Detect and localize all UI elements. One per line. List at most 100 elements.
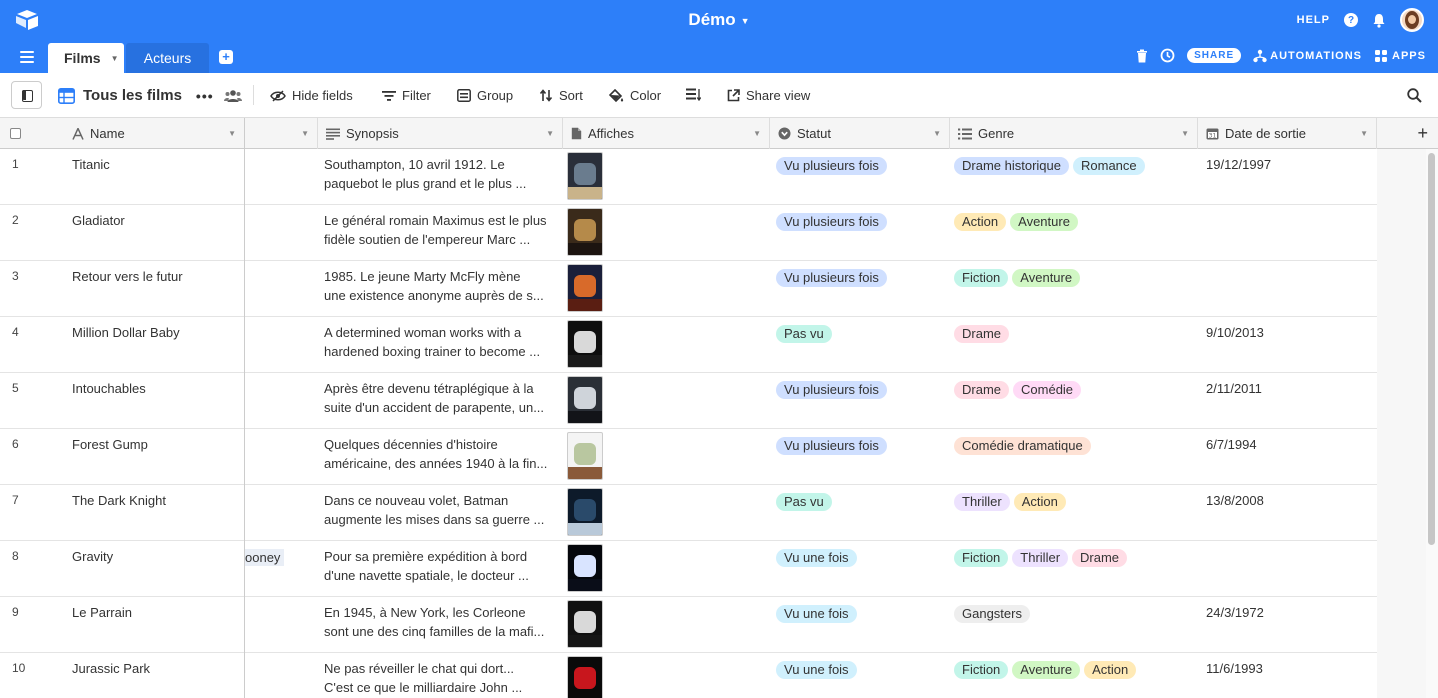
cell-genre[interactable]: Fiction Aventure (950, 261, 1197, 317)
cell-statut[interactable]: Pas vu (770, 485, 949, 541)
cell-acteurs[interactable] (245, 317, 317, 373)
cell-acteurs[interactable] (245, 485, 317, 541)
table-row[interactable]: 10 Jurassic Park Ne pas réveiller le chat … (0, 653, 1426, 698)
cell-synopsis[interactable]: 1985. Le jeune Marty McFly mène une exist… (318, 261, 562, 317)
cell-affiches[interactable] (563, 205, 769, 261)
cell-date[interactable] (1198, 541, 1376, 597)
cell-date[interactable]: 6/7/1994 (1198, 429, 1376, 485)
column-header-acteurs[interactable]: ▼ (245, 118, 318, 149)
cell-statut[interactable]: Vu une fois (770, 597, 949, 653)
select-all-checkbox[interactable] (10, 128, 21, 139)
cell-genre[interactable]: Thriller Action (950, 485, 1197, 541)
cell-acteurs[interactable] (245, 597, 317, 653)
cell-affiches[interactable] (563, 373, 769, 429)
cell-date[interactable]: 19/12/1997 (1198, 149, 1376, 205)
cell-synopsis[interactable]: En 1945, à New York, les Corleone sont un… (318, 597, 562, 653)
cell-acteurs[interactable] (245, 205, 317, 261)
poster-thumbnail[interactable] (567, 264, 603, 312)
base-name[interactable]: Démo (688, 10, 735, 29)
cell-statut[interactable]: Vu plusieurs fois (770, 261, 949, 317)
frozen-column-divider[interactable] (244, 118, 245, 698)
cell-date[interactable]: 2/11/2011 (1198, 373, 1376, 429)
cell-affiches[interactable] (563, 317, 769, 373)
apps-button[interactable]: APPS (1374, 49, 1426, 63)
table-row[interactable]: 9 Le Parrain En 1945, à New York, les Corl… (0, 597, 1426, 653)
tab-films[interactable]: Films ▼ (48, 43, 124, 73)
cell-statut[interactable]: Pas vu (770, 317, 949, 373)
cell-synopsis[interactable]: Pour sa première expédition à bord d'une … (318, 541, 562, 597)
table-row[interactable]: 6 Forest Gump Quelques décennies d'histoir… (0, 429, 1426, 485)
poster-thumbnail[interactable] (567, 488, 603, 536)
color-button[interactable]: Color (609, 88, 661, 103)
history-icon[interactable] (1160, 48, 1175, 63)
menu-icon[interactable] (20, 51, 34, 63)
view-switcher[interactable]: Tous les films ••• (58, 87, 242, 104)
cell-name[interactable]: Forest Gump (64, 429, 244, 485)
cell-statut[interactable]: Vu plusieurs fois (770, 205, 949, 261)
row-height-button[interactable] (686, 88, 701, 101)
cell-statut[interactable]: Vu une fois (770, 541, 949, 597)
more-options-icon[interactable]: ••• (196, 88, 214, 104)
poster-thumbnail[interactable] (567, 152, 603, 200)
cell-date[interactable] (1198, 261, 1376, 317)
poster-thumbnail[interactable] (567, 600, 603, 648)
cell-affiches[interactable] (563, 429, 769, 485)
cell-date[interactable]: 13/8/2008 (1198, 485, 1376, 541)
cell-genre[interactable]: Action Aventure (950, 205, 1197, 261)
chevron-down-icon[interactable]: ▼ (753, 129, 761, 138)
cell-date[interactable]: 11/6/1993 (1198, 653, 1376, 698)
cell-name[interactable]: Le Parrain (64, 597, 244, 653)
table-row[interactable]: 2 Gladiator Le général romain Maximus est … (0, 205, 1426, 261)
cell-synopsis[interactable]: Le général romain Maximus est le plus fid… (318, 205, 562, 261)
table-row[interactable]: 3 Retour vers le futur 1985. Le jeune Mar… (0, 261, 1426, 317)
poster-thumbnail[interactable] (567, 432, 603, 480)
cell-name[interactable]: Million Dollar Baby (64, 317, 244, 373)
cell-acteurs[interactable] (245, 429, 317, 485)
hide-fields-button[interactable]: Hide fields (270, 88, 353, 103)
automations-button[interactable]: AUTOMATIONS (1253, 49, 1362, 63)
column-header-statut[interactable]: Statut ▼ (770, 118, 950, 149)
chevron-down-icon[interactable]: ▼ (301, 129, 309, 138)
cell-affiches[interactable] (563, 149, 769, 205)
chevron-down-icon[interactable]: ▼ (741, 16, 750, 26)
cell-genre[interactable]: Drame Comédie (950, 373, 1197, 429)
cell-acteurs[interactable] (245, 149, 317, 205)
cell-date[interactable]: 9/10/2013 (1198, 317, 1376, 373)
table-row[interactable]: 8 Gravity ooney Pour sa première expédition… (0, 541, 1426, 597)
column-header-synopsis[interactable]: Synopsis ▼ (318, 118, 563, 149)
actor-chip[interactable]: ooney (245, 549, 285, 566)
poster-thumbnail[interactable] (567, 544, 603, 592)
cell-synopsis[interactable]: Southampton, 10 avril 1912. Le paquebot l… (318, 149, 562, 205)
table-row[interactable]: 7 The Dark Knight Dans ce nouveau volet, B… (0, 485, 1426, 541)
cell-name[interactable]: Jurassic Park (64, 653, 244, 698)
poster-thumbnail[interactable] (567, 656, 603, 698)
cell-affiches[interactable] (563, 485, 769, 541)
help-icon[interactable]: ? (1344, 13, 1358, 27)
trash-icon[interactable] (1136, 49, 1148, 63)
poster-thumbnail[interactable] (567, 320, 603, 368)
cell-acteurs[interactable] (245, 261, 317, 317)
cell-name[interactable]: Intouchables (64, 373, 244, 429)
cell-synopsis[interactable]: Après être devenu tétraplégique à la suit… (318, 373, 562, 429)
cell-affiches[interactable] (563, 541, 769, 597)
poster-thumbnail[interactable] (567, 376, 603, 424)
cell-genre[interactable]: Comédie dramatique (950, 429, 1197, 485)
cell-affiches[interactable] (563, 261, 769, 317)
airtable-logo-icon[interactable] (15, 9, 39, 31)
cell-synopsis[interactable]: Dans ce nouveau volet, Batman augmente le… (318, 485, 562, 541)
chevron-down-icon[interactable]: ▼ (1360, 129, 1368, 138)
cell-genre[interactable]: Fiction Aventure Action (950, 653, 1197, 698)
tab-acteurs[interactable]: Acteurs (126, 43, 209, 73)
chevron-down-icon[interactable]: ▼ (933, 129, 941, 138)
filter-button[interactable]: Filter (382, 88, 431, 103)
cell-synopsis[interactable]: Quelques décennies d'histoire américaine,… (318, 429, 562, 485)
cell-genre[interactable]: Drame (950, 317, 1197, 373)
poster-thumbnail[interactable] (567, 208, 603, 256)
share-button[interactable]: SHARE (1187, 48, 1242, 63)
table-row[interactable]: 4 Million Dollar Baby A determined woman w… (0, 317, 1426, 373)
cell-date[interactable] (1198, 205, 1376, 261)
cell-acteurs[interactable]: ooney (245, 541, 317, 597)
cell-statut[interactable]: Vu plusieurs fois (770, 429, 949, 485)
cell-name[interactable]: The Dark Knight (64, 485, 244, 541)
column-header-date[interactable]: 31 Date de sortie ▼ (1198, 118, 1377, 149)
